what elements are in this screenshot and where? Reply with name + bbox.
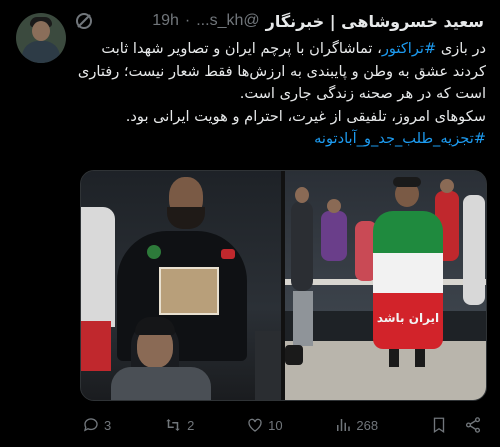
bookmark-icon[interactable] (430, 416, 448, 434)
like-icon (248, 418, 262, 432)
repost-icon (166, 419, 180, 431)
flag-banner-text: ایران باشد (376, 311, 440, 325)
reply-count: 3 (104, 417, 112, 433)
tweet-paragraph-1: در بازی #تراکتور، تماشاگران با پرچم ایرا… (72, 38, 486, 106)
tweet-tools (430, 416, 482, 434)
separator-dot: · (184, 12, 191, 29)
views-icon (337, 419, 351, 431)
tweet-text-pre: در بازی (436, 40, 486, 57)
like-count: 10 (268, 417, 283, 433)
tweet-text: در بازی #تراکتور، تماشاگران با پرچم ایرا… (72, 38, 486, 151)
media-grid: ایران باشد (80, 170, 487, 401)
reply-icon (83, 418, 98, 432)
author-handle[interactable]: @s_kh... (196, 12, 259, 30)
repost-button[interactable]: 2 (163, 416, 194, 434)
photo-fan-with-martyr-portraits[interactable] (81, 171, 281, 400)
author-name[interactable]: سعید خسروشاهی | خبرنگار (266, 12, 484, 31)
reply-button[interactable]: 3 (82, 416, 111, 434)
repost-count: 2 (187, 417, 195, 433)
grok-icon[interactable] (74, 11, 94, 31)
tweet-header: سعید خسروشاهی | خبرنگار @s_kh... · 19h (74, 10, 484, 32)
views-button[interactable]: 268 (334, 416, 378, 434)
timestamp[interactable]: 19h (152, 12, 179, 30)
view-count: 268 (356, 417, 379, 433)
photo-fans-with-iran-flag[interactable]: ایران باشد (285, 171, 486, 400)
avatar[interactable] (16, 13, 66, 63)
hashtag-secession[interactable]: #تجزیه_طلب_جد_و_آبادتونه (314, 130, 486, 147)
tweet-paragraph-2: سکوهای امروز، تلفیقی از غیرت، احترام و ه… (125, 107, 486, 125)
hashtag-tractor[interactable]: #تراکتور (382, 40, 436, 57)
tweet-actions: 3 2 10 268 (82, 414, 482, 436)
like-button[interactable]: 10 (246, 416, 283, 434)
share-icon[interactable] (464, 416, 482, 434)
